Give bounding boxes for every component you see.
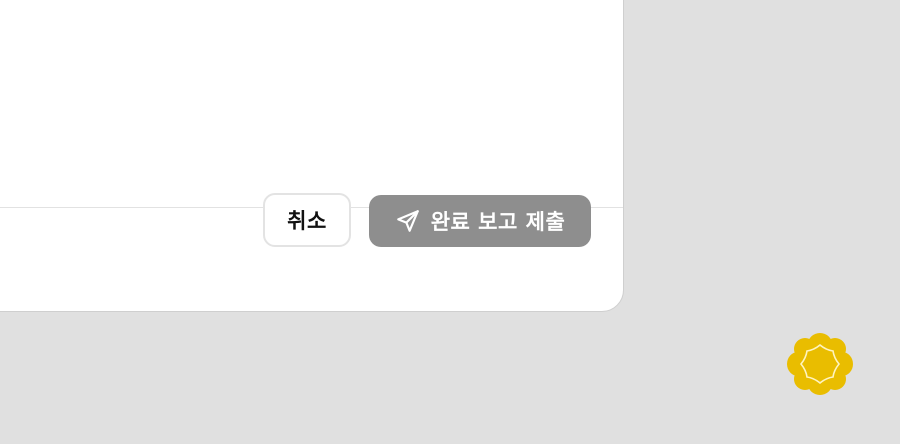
cancel-button[interactable]: 취소 <box>263 193 351 247</box>
sparkle-badge-icon[interactable] <box>786 331 854 397</box>
dialog-body <box>0 0 623 207</box>
dialog: 취소 완료 보고 제출 <box>0 0 624 312</box>
send-icon <box>395 208 421 234</box>
submit-report-button-label: 완료 보고 제출 <box>430 210 566 234</box>
submit-report-button[interactable]: 완료 보고 제출 <box>369 195 591 247</box>
cancel-button-label: 취소 <box>287 209 327 233</box>
